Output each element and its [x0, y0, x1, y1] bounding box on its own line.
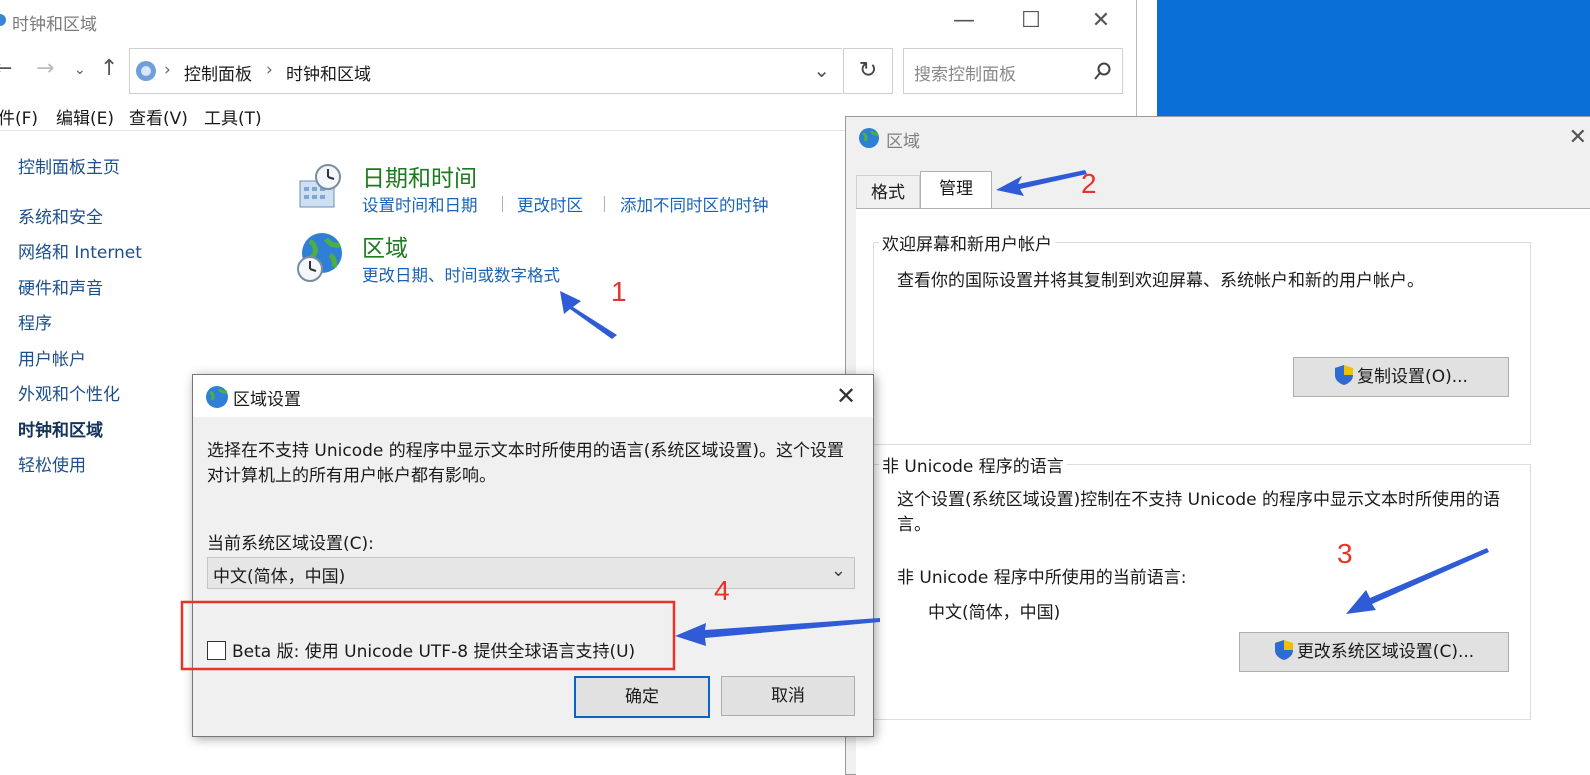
annotation-number-1: 1	[611, 276, 627, 307]
annotation-number-4: 4	[714, 575, 730, 606]
annotation-number-2: 2	[1081, 168, 1097, 199]
annotation-arrow-4	[675, 618, 880, 646]
annotation-number-3: 3	[1337, 538, 1353, 569]
highlight-box	[180, 600, 676, 671]
annotation-arrow-3	[1346, 548, 1489, 614]
annotation-overlay	[180, 170, 1489, 671]
annotation-arrow-1	[560, 291, 617, 339]
annotation-arrow-2	[996, 170, 1087, 196]
